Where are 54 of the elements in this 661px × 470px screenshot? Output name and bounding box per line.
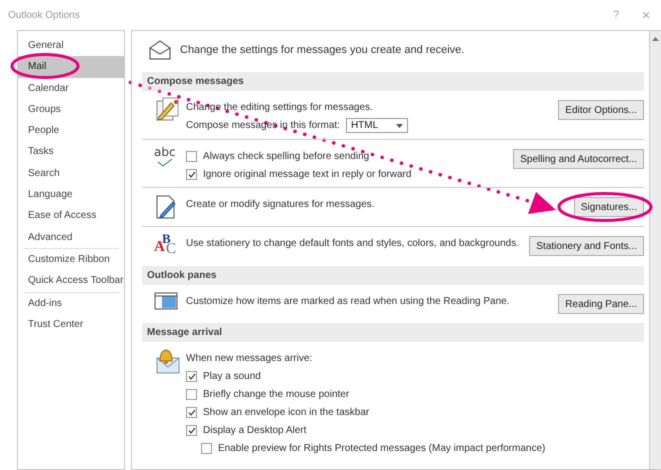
scroll-up-icon	[652, 37, 659, 41]
sidebar-item[interactable]: Add-ins	[18, 292, 124, 314]
sidebar-item[interactable]: Quick Access Toolbar	[18, 270, 124, 292]
sidebar-item[interactable]: Trust Center	[18, 314, 124, 336]
sidebar-item[interactable]: Groups	[18, 98, 124, 120]
sidebar-item[interactable]: General	[18, 35, 124, 56]
option-description: Create or modify signatures for messages.	[186, 198, 374, 210]
sidebar-item[interactable]: Customize Ribbon	[18, 248, 124, 270]
checkbox[interactable]	[186, 370, 197, 382]
section-header: Outlook panes	[142, 266, 644, 285]
sidebar-item[interactable]: Search	[18, 162, 124, 184]
sidebar-item[interactable]: Ease of Access	[18, 205, 124, 227]
section-header: Message arrival	[142, 323, 644, 342]
checkbox-label: Display a Desktop Alert	[203, 424, 306, 436]
sidebar-item[interactable]: Language	[18, 184, 124, 206]
check-icon	[156, 158, 173, 167]
checkbox-label: Always check spelling before sending	[203, 150, 370, 162]
envelope-icon	[148, 40, 172, 60]
checkbox-label: Show an envelope icon in the taskbar	[203, 406, 370, 418]
option-description: When new messages arrive:	[186, 352, 312, 364]
checkbox-label: Play a sound	[203, 370, 261, 382]
caret-icon	[396, 124, 403, 128]
checkbox[interactable]	[201, 442, 212, 454]
format-dropdown[interactable]: HTML	[346, 118, 408, 133]
checkbox[interactable]	[186, 150, 197, 162]
checkbox[interactable]	[186, 388, 197, 400]
sidebar-item[interactable]: Calendar	[18, 78, 124, 99]
checkbox-label: Enable preview for Rights Protected messages (May impact performance)	[218, 442, 546, 454]
section-header: Compose messages	[142, 72, 644, 91]
option-description: Use stationery to change default fonts and styles, colors, and backgrounds.	[186, 238, 519, 248]
option-description: Customize how items are marked as read when using the Reading Pane.	[186, 296, 510, 306]
sidebar-item[interactable]: Tasks	[18, 141, 124, 163]
checkbox[interactable]	[186, 424, 197, 436]
sidebar-item[interactable]: People	[18, 120, 124, 142]
checkbox[interactable]	[186, 168, 197, 180]
options-button[interactable]: Editor Options...	[558, 100, 644, 120]
checkbox-label: Ignore original message text in reply or forward	[203, 168, 412, 180]
document-pencil-icon	[154, 97, 180, 123]
spelling-icon-text: abc	[154, 146, 176, 158]
options-button[interactable]: Reading Pane...	[558, 294, 644, 314]
options-button[interactable]: Spelling and Autocorrect...	[513, 149, 644, 169]
highlight-ellipse	[10, 53, 80, 79]
reading-pane-icon	[154, 291, 178, 311]
document-pencil-icon	[154, 194, 178, 220]
checkmark-icon	[188, 170, 196, 178]
options-button[interactable]: Signatures...	[574, 197, 644, 217]
sidebar-item[interactable]: Advanced	[18, 226, 124, 248]
scrollbar[interactable]	[649, 31, 661, 469]
checkbox-label: Briefly change the mouse pointer	[203, 388, 350, 400]
checkbox[interactable]	[186, 406, 197, 418]
window-title: Outlook Options	[8, 10, 81, 20]
intro-text: Change the settings for messages you create and receive.	[180, 44, 464, 56]
options-button[interactable]: Stationery and Fonts...	[529, 236, 644, 256]
field-label: Compose messages in this format:	[186, 120, 340, 131]
